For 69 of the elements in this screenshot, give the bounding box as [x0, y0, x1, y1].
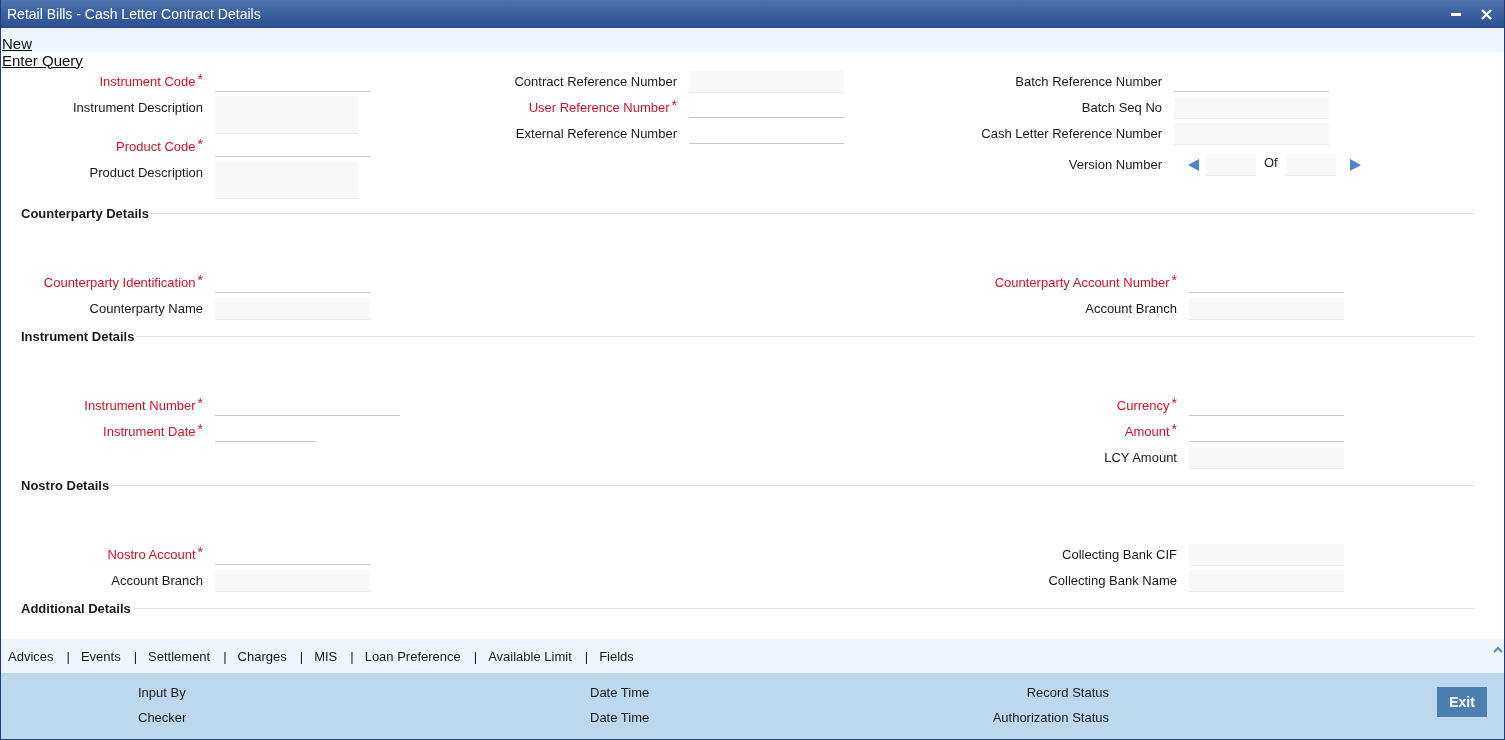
tab-separator: |	[584, 648, 589, 664]
field-label: Batch Reference Number	[1015, 73, 1162, 91]
toolbar-link[interactable]: New	[1, 35, 32, 52]
field-label: Instrument Code	[99, 73, 196, 91]
field-label: Batch Seq No	[1081, 99, 1162, 117]
field-label: Instrument Date	[103, 423, 196, 441]
tab-separator: |	[223, 648, 227, 664]
tab-separator: |	[299, 648, 304, 664]
field-label: Counterparty Account Number	[994, 274, 1170, 292]
required-asterisk: *	[197, 420, 203, 439]
required-asterisk: *	[197, 135, 203, 154]
tab-separator: |	[66, 648, 70, 664]
tab-link[interactable]: Loan Preference	[364, 648, 461, 664]
required-asterisk: *	[1171, 394, 1177, 413]
required-asterisk: *	[197, 271, 203, 290]
audit-label: Record Status	[1026, 684, 1109, 700]
tab-link[interactable]: Available Limit	[488, 648, 572, 664]
required-asterisk: *	[671, 96, 677, 115]
field-label: Instrument Description	[72, 99, 203, 117]
required-asterisk: *	[1171, 420, 1177, 439]
audit-label: Authorization Status	[992, 709, 1109, 725]
scroll-up-icon[interactable]	[1493, 646, 1503, 653]
close-button[interactable]	[1481, 8, 1492, 20]
tab-separator: |	[473, 648, 478, 664]
section-title: Nostro Details	[21, 477, 110, 493]
audit-label: Checker	[138, 709, 188, 725]
field-label: Nostro Account	[107, 546, 196, 564]
field-label: Product Description	[89, 164, 203, 182]
field-label: Contract Reference Number	[514, 73, 677, 91]
field-label: Account Branch	[111, 572, 203, 590]
field-label: Instrument Number	[84, 397, 196, 415]
tab-link[interactable]: Fields	[599, 648, 634, 664]
minimize-button[interactable]	[1451, 12, 1461, 16]
audit-label: Input By	[138, 684, 187, 700]
field-label: Counterparty Name	[89, 300, 203, 318]
tab-separator: |	[350, 648, 354, 664]
field-label: Product Code	[116, 138, 196, 156]
toolbar-link[interactable]: Enter Query	[1, 51, 83, 69]
tab-link[interactable]: Settlement	[148, 648, 211, 664]
exit-button[interactable]: Exit	[1437, 687, 1487, 717]
audit-label: Date Time	[590, 684, 650, 700]
next-button[interactable]	[1349, 159, 1361, 171]
field-label: Collecting Bank Name	[1048, 572, 1177, 590]
field-label: Cash Letter Reference Number	[981, 125, 1162, 143]
field-label: Amount	[1124, 423, 1170, 441]
tab-link[interactable]: Advices	[8, 648, 54, 664]
of-label: Of	[1264, 154, 1278, 172]
field-label: LCY Amount	[1104, 449, 1177, 467]
field-label: External Reference Number	[515, 125, 677, 143]
window-title: Retail Bills - Cash Letter Contract Details	[7, 6, 262, 22]
field-label: User Reference Number	[528, 99, 670, 117]
tab-link[interactable]: MIS	[314, 648, 338, 664]
tab-separator: |	[133, 648, 138, 664]
section-title: Instrument Details	[21, 328, 135, 344]
tab-link[interactable]: Charges	[237, 648, 287, 664]
field-label: Collecting Bank CIF	[1062, 546, 1177, 564]
field-label: Counterparty Identification	[43, 274, 196, 292]
previous-button[interactable]	[1188, 159, 1199, 171]
tab-link[interactable]: Events	[80, 648, 121, 664]
required-asterisk: *	[197, 70, 203, 89]
section-title: Counterparty Details	[21, 205, 149, 221]
required-asterisk: *	[197, 394, 203, 413]
audit-label: Date Time	[590, 709, 650, 725]
required-asterisk: *	[1171, 271, 1177, 290]
field-label: Currency	[1116, 397, 1170, 415]
field-label: Version Number	[1068, 156, 1162, 174]
field-label: Account Branch	[1085, 300, 1177, 318]
required-asterisk: *	[197, 543, 203, 562]
section-title: Additional Details	[21, 600, 131, 616]
